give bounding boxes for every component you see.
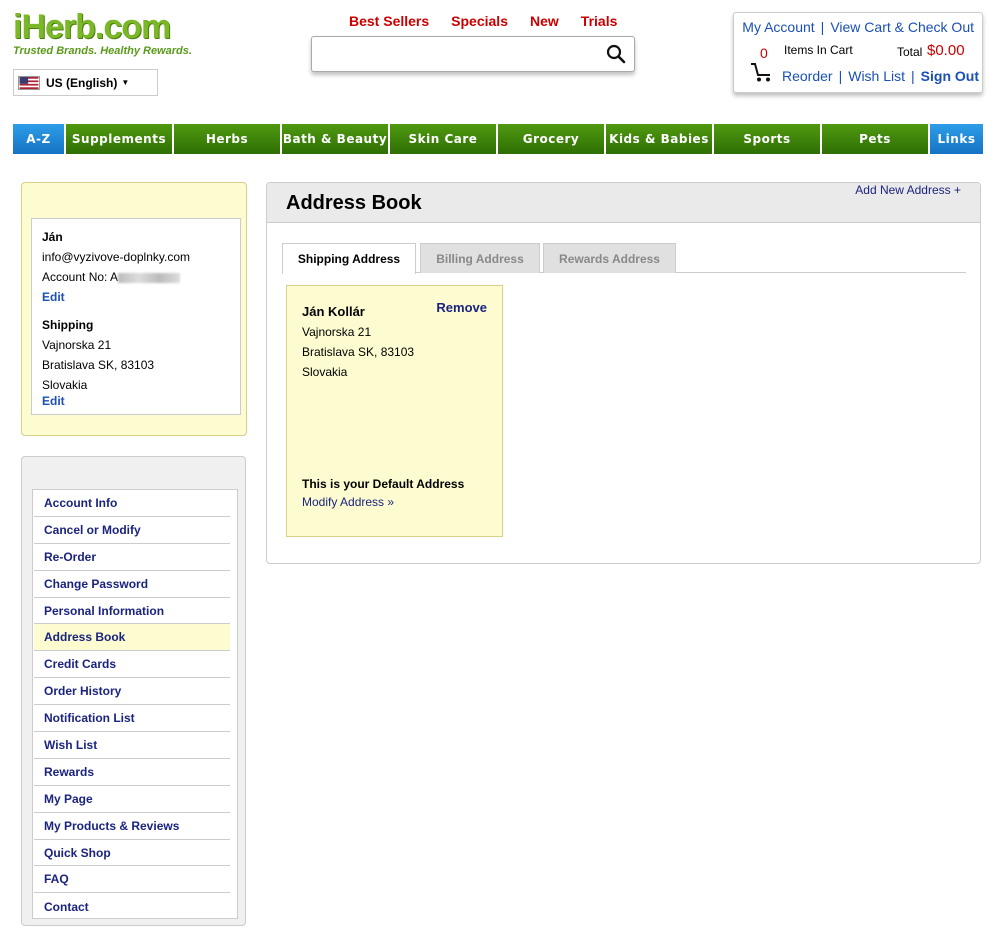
top-links: Best Sellers Specials New Trials: [349, 13, 639, 29]
cart-icon[interactable]: [750, 61, 774, 83]
iherb-logo[interactable]: iHerb.com Trusted Brands. Healthy Reward…: [13, 10, 203, 58]
menu-item-order-history[interactable]: Order History: [34, 678, 230, 706]
menu-item-my-products-reviews[interactable]: My Products & Reviews: [34, 813, 230, 840]
reorder-link[interactable]: Reorder: [782, 68, 833, 84]
address-city: Bratislava SK, 83103: [302, 345, 415, 359]
menu-item-change-password[interactable]: Change Password: [34, 571, 230, 598]
my-account-link[interactable]: My Account: [742, 19, 814, 35]
menu-item-rewards[interactable]: Rewards: [34, 759, 230, 786]
default-address-label: This is your Default Address: [302, 477, 465, 491]
top-link-new[interactable]: New: [530, 13, 559, 29]
page-title: Address Book: [286, 192, 422, 214]
address-street: Vajnorska 21: [302, 325, 372, 339]
account-menu-panel: Account Info Cancel or Modify Re-Order C…: [21, 456, 246, 926]
menu-item-account-info[interactable]: Account Info: [34, 490, 230, 517]
menu-item-personal-information[interactable]: Personal Information: [34, 598, 230, 625]
view-cart-link[interactable]: View Cart & Check Out: [830, 19, 974, 35]
top-link-specials[interactable]: Specials: [451, 13, 508, 29]
menu-item-faq[interactable]: FAQ: [34, 866, 230, 894]
nav-item-links[interactable]: Links: [930, 124, 983, 154]
nav-item-kids-babies[interactable]: Kids & Babies: [606, 124, 714, 154]
user-email: info@vyzivove-doplnky.com: [42, 250, 191, 264]
nav-item-supplements[interactable]: Supplements: [66, 124, 174, 154]
total-value: $0.00: [927, 42, 965, 59]
nav-item-skin-care[interactable]: Skin Care: [390, 124, 498, 154]
nav-item-sports[interactable]: Sports: [714, 124, 822, 154]
nav-item-bath-beauty[interactable]: Bath & Beauty: [282, 124, 390, 154]
wish-list-link[interactable]: Wish List: [848, 68, 905, 84]
nav-item-grocery[interactable]: Grocery: [498, 124, 606, 154]
top-link-trials[interactable]: Trials: [581, 13, 618, 29]
shipping-street: Vajnorska 21: [42, 338, 112, 352]
menu-item-wish-list[interactable]: Wish List: [34, 732, 230, 759]
address-book-panel: Address Book Add New Address + Shipping …: [266, 182, 981, 564]
items-in-cart-label: Items In Cart: [784, 43, 853, 57]
menu-item-credit-cards[interactable]: Credit Cards: [34, 651, 230, 679]
remove-address-button[interactable]: Remove: [436, 298, 487, 318]
total-label: Total: [897, 45, 923, 59]
caret-down-icon: ▼: [121, 78, 130, 87]
user-info-card: Ján info@vyzivove-doplnky.com Account No…: [31, 218, 241, 415]
top-link-best-sellers[interactable]: Best Sellers: [349, 13, 429, 29]
user-info-panel: Ján info@vyzivove-doplnky.com Account No…: [21, 182, 247, 436]
search-icon[interactable]: [606, 44, 626, 64]
logo-tagline: Trusted Brands. Healthy Rewards.: [13, 45, 192, 57]
menu-item-re-order[interactable]: Re-Order: [34, 544, 230, 571]
nav-item-pets[interactable]: Pets: [822, 124, 930, 154]
menu-item-quick-shop[interactable]: Quick Shop: [34, 840, 230, 867]
tab-billing-address[interactable]: Billing Address: [420, 243, 540, 273]
search-input[interactable]: [318, 42, 598, 66]
nav-item-herbs[interactable]: Herbs: [174, 124, 282, 154]
edit-account-link[interactable]: Edit: [42, 290, 65, 304]
redacted-account-number: [118, 272, 181, 283]
panel-header: Address Book Add New Address +: [267, 183, 980, 223]
edit-shipping-link[interactable]: Edit: [42, 394, 65, 408]
address-card: Ján Kollár Remove Vajnorska 21 Bratislav…: [286, 285, 503, 537]
menu-item-contact[interactable]: Contact: [34, 893, 230, 920]
user-name: Ján: [42, 230, 63, 244]
tab-rewards-address[interactable]: Rewards Address: [543, 243, 676, 273]
nav-item-a-z[interactable]: A-Z: [13, 124, 66, 154]
locale-selector[interactable]: US (English) ▼: [13, 69, 158, 96]
account-number: Account No: A: [42, 267, 230, 287]
modify-address-link[interactable]: Modify Address »: [302, 492, 394, 512]
shipping-country: Slovakia: [42, 378, 88, 392]
address-tabs: Shipping Address Billing Address Rewards…: [282, 243, 966, 274]
category-nav: A-Z Supplements Herbs Bath & Beauty Skin…: [13, 124, 983, 154]
sign-out-link[interactable]: Sign Out: [921, 68, 979, 84]
tab-shipping-address[interactable]: Shipping Address: [282, 243, 416, 274]
account-box: My Account | View Cart & Check Out 0 Items…: [733, 12, 983, 93]
shipping-title: Shipping: [42, 318, 94, 332]
menu-item-cancel-modify[interactable]: Cancel or Modify: [34, 517, 230, 544]
address-country: Slovakia: [302, 365, 348, 379]
menu-item-notification-list[interactable]: Notification List: [34, 705, 230, 733]
search-box: [311, 36, 635, 72]
shipping-city: Bratislava SK, 83103: [42, 358, 155, 372]
cart-count: 0: [760, 45, 768, 61]
logo-text: iHerb.com: [13, 8, 171, 46]
menu-item-address-book[interactable]: Address Book: [34, 624, 230, 652]
locale-label: US (English): [46, 75, 118, 90]
menu-item-my-page[interactable]: My Page: [34, 786, 230, 813]
account-menu: Account Info Cancel or Modify Re-Order C…: [32, 489, 238, 919]
add-new-address-link[interactable]: Add New Address +: [855, 183, 961, 197]
us-flag-icon: [18, 75, 40, 90]
